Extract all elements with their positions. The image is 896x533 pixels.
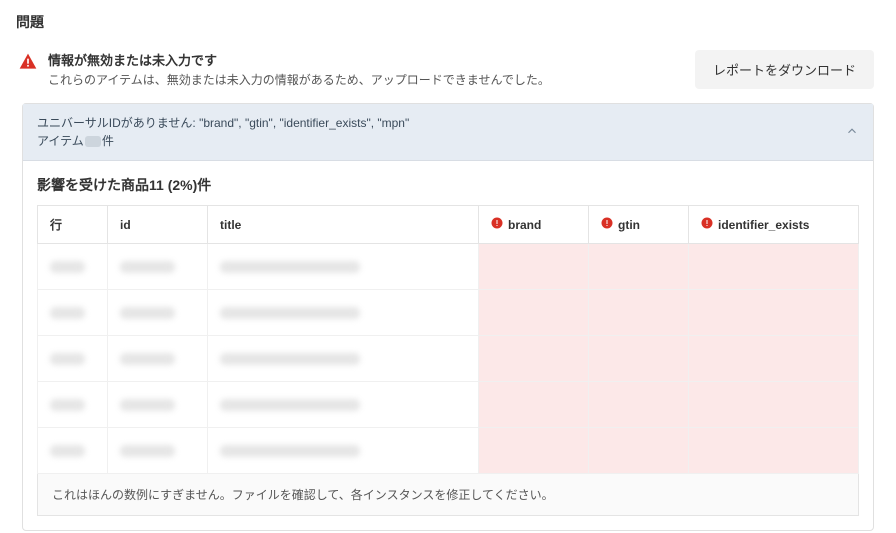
- table-row: [38, 382, 859, 428]
- error-circle-icon: [701, 217, 713, 232]
- chevron-up-icon: [845, 124, 859, 141]
- accordion-item-count: アイテム件: [37, 132, 409, 150]
- column-header-id: id: [108, 206, 208, 244]
- column-header-row: 行: [38, 206, 108, 244]
- error-circle-icon: [601, 217, 613, 232]
- warning-triangle-icon: [18, 52, 38, 75]
- alert-title: 情報が無効または未入力です: [48, 50, 550, 69]
- error-accordion: ユニバーサルIDがありません: "brand", "gtin", "identi…: [22, 103, 874, 531]
- column-header-title: title: [208, 206, 479, 244]
- accordion-error-message: ユニバーサルIDがありません: "brand", "gtin", "identi…: [37, 114, 409, 132]
- page-title: 問題: [16, 12, 880, 32]
- error-circle-icon: [491, 217, 503, 232]
- affected-products-table: 行 id title brand gtin: [37, 205, 859, 474]
- table-row: [38, 336, 859, 382]
- accordion-header[interactable]: ユニバーサルIDがありません: "brand", "gtin", "identi…: [23, 104, 873, 161]
- download-report-button[interactable]: レポートをダウンロード: [695, 50, 874, 89]
- accordion-body: 影響を受けた商品11 (2%)件 行 id title brand: [23, 161, 873, 530]
- table-row: [38, 428, 859, 474]
- alert-row: 情報が無効または未入力です これらのアイテムは、無効または未入力の情報があるため…: [16, 50, 880, 89]
- affected-products-title: 影響を受けた商品11 (2%)件: [37, 175, 859, 195]
- table-footer-note: これはほんの数例にすぎません。ファイルを確認して、各インスタンスを修正してくださ…: [37, 474, 859, 516]
- column-header-brand: brand: [479, 206, 589, 244]
- table-row: [38, 244, 859, 290]
- column-header-identifier-exists: identifier_exists: [689, 206, 859, 244]
- column-header-gtin: gtin: [589, 206, 689, 244]
- table-row: [38, 290, 859, 336]
- alert-description: これらのアイテムは、無効または未入力の情報があるため、アップロードできませんでし…: [48, 71, 550, 88]
